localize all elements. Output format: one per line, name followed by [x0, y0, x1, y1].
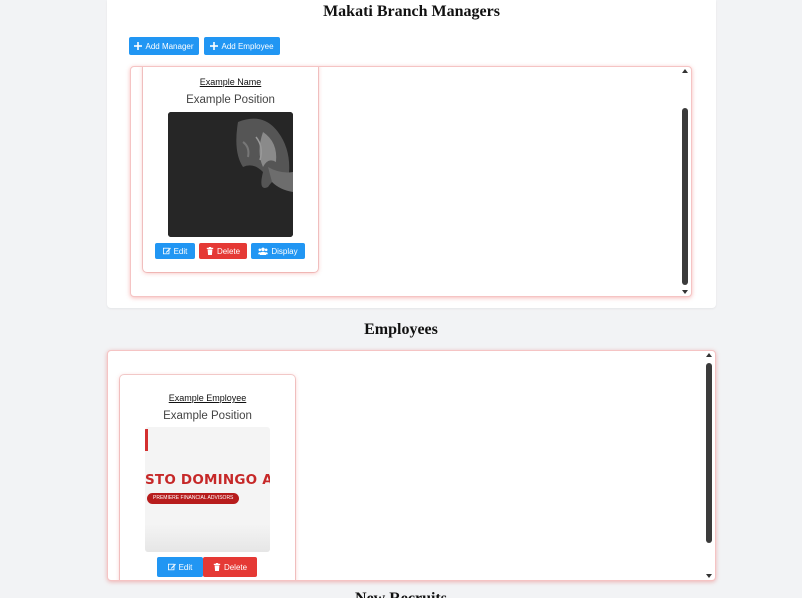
scroll-down-arrow-icon[interactable]	[682, 290, 688, 294]
add-employee-button[interactable]: Add Employee	[204, 37, 280, 55]
manager-edit-button[interactable]: Edit	[155, 243, 195, 259]
manager-display-label: Display	[271, 246, 298, 256]
managers-scrollbar[interactable]	[681, 67, 689, 296]
scroll-up-arrow-icon[interactable]	[706, 353, 712, 357]
edit-icon	[162, 247, 171, 255]
manager-delete-label: Delete	[216, 246, 241, 256]
plus-icon	[210, 42, 219, 50]
employee-card: Example Employee Example Position STO DO…	[120, 375, 295, 580]
managers-section-title: Makati Branch Managers	[323, 3, 500, 20]
new-recruits-section-title: New Recruits	[0, 590, 802, 598]
manager-card: Example Name Example Position Edit Delet…	[143, 67, 318, 272]
employee-edit-button[interactable]: Edit	[157, 557, 203, 577]
logo-shade	[145, 524, 270, 552]
edit-icon	[167, 563, 176, 571]
employees-scroll-thumb[interactable]	[706, 363, 712, 543]
scroll-up-arrow-icon[interactable]	[682, 69, 688, 73]
employees-section-title: Employees	[364, 321, 438, 338]
managers-scroll-container[interactable]: Example Name Example Position Edit Delet…	[130, 66, 692, 297]
employee-photo: STO DOMINGO AS PREMIERE FINANCIAL ADVISO…	[145, 427, 270, 552]
employee-edit-label: Edit	[178, 562, 193, 572]
users-icon	[258, 247, 269, 255]
manager-position: Example Position	[186, 94, 275, 106]
scroll-down-arrow-icon[interactable]	[706, 574, 712, 578]
add-manager-button[interactable]: Add Manager	[129, 37, 199, 55]
trash-icon	[206, 247, 214, 255]
managers-panel: Makati Branch Managers Add Manager Add E…	[107, 0, 716, 308]
employees-scroll-container[interactable]: Example Employee Example Position STO DO…	[107, 350, 716, 581]
employee-position: Example Position	[163, 410, 252, 422]
manager-name: Example Name	[199, 77, 262, 87]
logo-banner-text: STO DOMINGO AS	[145, 472, 270, 488]
employee-delete-button[interactable]: Delete	[203, 557, 257, 577]
add-manager-label: Add Manager	[145, 41, 194, 51]
manager-display-button[interactable]: Display	[251, 243, 305, 259]
logo-accent	[145, 429, 148, 451]
trash-icon	[213, 563, 221, 571]
employee-delete-label: Delete	[223, 562, 248, 572]
manager-edit-label: Edit	[173, 246, 188, 256]
manager-photo-art	[168, 112, 293, 237]
logo-tagline: PREMIERE FINANCIAL ADVISORS	[147, 493, 240, 504]
plus-icon	[134, 42, 143, 50]
add-employee-label: Add Employee	[221, 41, 274, 51]
manager-photo	[168, 112, 293, 237]
employees-scrollbar[interactable]	[705, 351, 713, 580]
manager-delete-button[interactable]: Delete	[199, 243, 247, 259]
employee-name: Example Employee	[168, 393, 247, 403]
managers-scroll-thumb[interactable]	[682, 108, 688, 285]
